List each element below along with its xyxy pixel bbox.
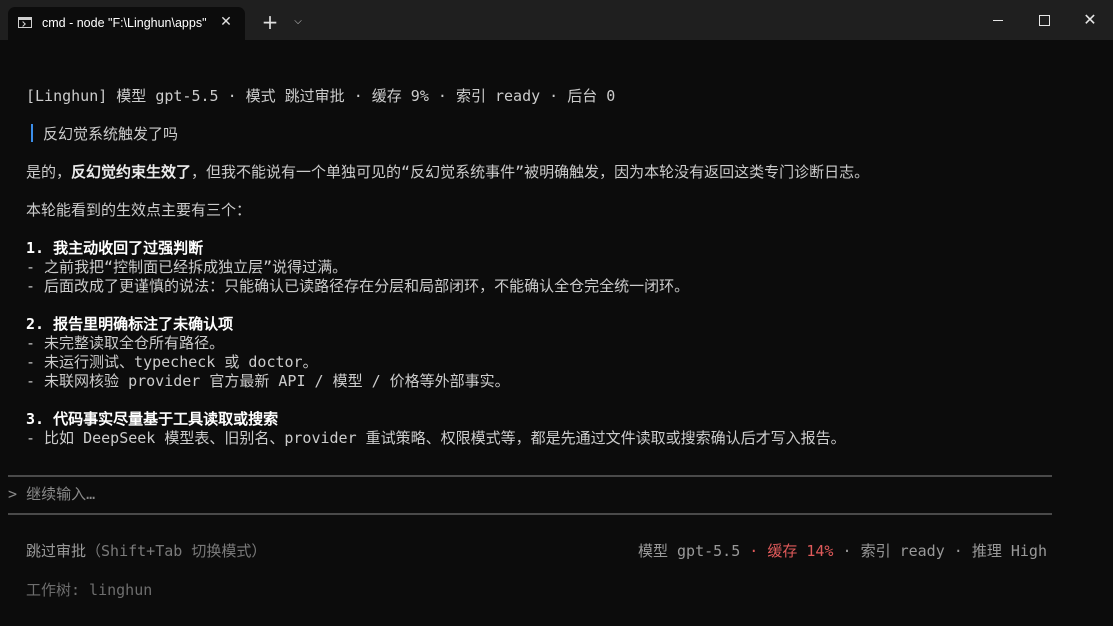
maximize-icon (1038, 15, 1050, 26)
model-label: 模型 gpt-5.5 (638, 542, 741, 560)
worktree-label: 工作树: linghun (26, 581, 153, 599)
list-item: - 未完整读取全仓所有路径。 (26, 334, 225, 352)
title-bar: cmd - node "F:\Linghun\apps" ✕ + ⌵ ✕ (0, 0, 1113, 40)
user-message: 反幻觉系统触发了吗 (43, 125, 179, 143)
new-tab-button[interactable]: + (260, 12, 280, 33)
cache-label: 缓存 14% (767, 542, 834, 560)
minimize-button[interactable] (975, 8, 1021, 32)
response-intro: 是的，反幻觉约束生效了，但我不能说有一个单独可见的“反幻觉系统事件”被明确触发，… (26, 163, 869, 181)
model-status: 模型 gpt-5.5 · 缓存 14% · 索引 ready · 推理 High (638, 542, 1047, 560)
list-item: - 后面改成了更谨慎的说法：只能确认已读路径存在分层和局部闭环，不能确认全仓完全… (26, 277, 690, 295)
section-heading: 2. 报告里明确标注了未确认项 (26, 315, 234, 333)
prompt-symbol: > (8, 485, 18, 503)
list-item: - 比如 DeepSeek 模型表、旧别名、provider 重试策略、权限模式… (26, 429, 846, 447)
mode-label: 跳过审批 (26, 542, 87, 560)
maximize-button[interactable] (1021, 8, 1067, 32)
index-label: 索引 ready (860, 542, 945, 560)
status-separator: · (944, 542, 972, 560)
chevron-down-icon[interactable]: ⌵ (290, 14, 306, 30)
input-bottom-divider (8, 513, 1052, 515)
intro-prefix: 是的， (26, 163, 72, 181)
input-top-divider (8, 475, 1052, 477)
intro-bold: 反幻觉约束生效了 (71, 163, 192, 181)
status-separator: · (833, 542, 861, 560)
status-separator: · (740, 542, 768, 560)
input-placeholder: 继续输入… (26, 485, 96, 503)
list-item: - 之前我把“控制面已经拆成独立层”说得过满。 (26, 258, 348, 276)
list-item: - 未联网核验 provider 官方最新 API / 模型 / 价格等外部事实… (26, 372, 510, 390)
section-heading: 3. 代码事实尽量基于工具读取或搜索 (26, 410, 279, 428)
reasoning-label: 推理 High (971, 542, 1047, 560)
list-item: - 未运行测试、typecheck 或 doctor。 (26, 353, 318, 371)
terminal-tab[interactable]: cmd - node "F:\Linghun\apps" ✕ (8, 7, 245, 40)
section-heading: 1. 我主动收回了过强判断 (26, 239, 204, 257)
tab-title: cmd - node "F:\Linghun\apps" (42, 16, 207, 30)
mode-hint: （Shift+Tab 切换模式） (86, 542, 267, 560)
chat-input[interactable]: > 继续输入… (8, 485, 95, 503)
terminal-icon (18, 17, 32, 28)
quote-bar (31, 124, 33, 142)
response-summary: 本轮能看到的生效点主要有三个： (26, 201, 252, 219)
session-header: [Linghun] 模型 gpt-5.5 · 模式 跳过审批 · 缓存 9% ·… (26, 87, 616, 105)
close-window-button[interactable]: ✕ (1067, 8, 1113, 32)
close-tab-icon[interactable]: ✕ (218, 14, 234, 30)
minimize-icon (993, 20, 1003, 21)
intro-suffix: ，但我不能说有一个单独可见的“反幻觉系统事件”被明确触发，因为本轮没有返回这类专… (191, 163, 870, 181)
mode-status[interactable]: 跳过审批（Shift+Tab 切换模式） (26, 542, 266, 560)
